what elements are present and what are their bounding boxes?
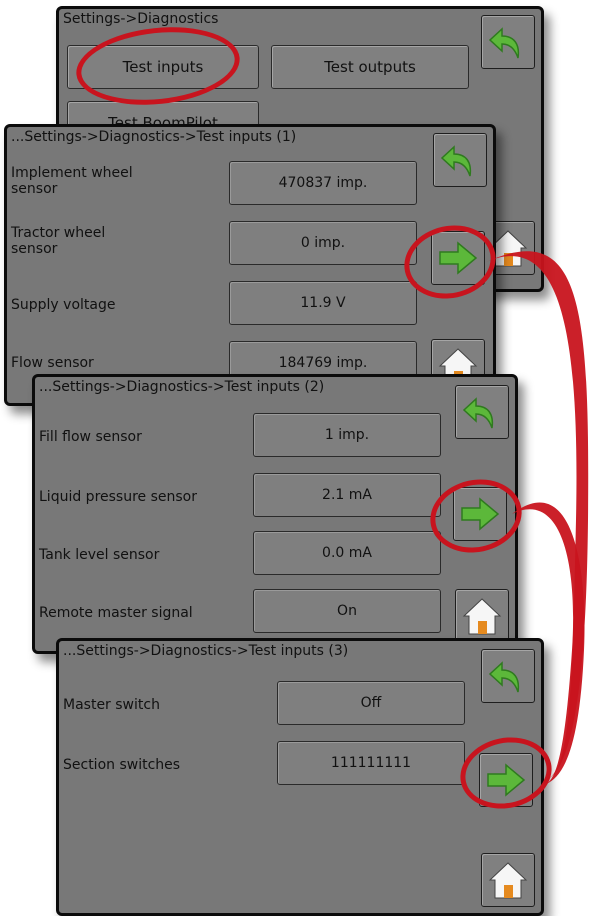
fill-flow-sensor-label: Fill flow sensor xyxy=(39,429,142,445)
breadcrumb: ...Settings->Diagnostics->Test inputs (2… xyxy=(39,379,325,395)
back-arrow-icon xyxy=(488,661,520,693)
home-icon xyxy=(488,862,528,899)
back-arrow-icon xyxy=(440,145,472,177)
section-switches-value: 111111111 xyxy=(277,741,465,785)
implement-wheel-sensor-label: Implement wheel sensor xyxy=(11,165,133,197)
back-button[interactable] xyxy=(433,133,487,187)
supply-voltage-value: 11.9 V xyxy=(229,281,417,325)
master-switch-value: Off xyxy=(277,681,465,725)
liquid-pressure-sensor-label: Liquid pressure sensor xyxy=(39,489,197,505)
breadcrumb: ...Settings->Diagnostics->Test inputs (3… xyxy=(63,643,349,659)
test-outputs-button[interactable]: Test outputs xyxy=(271,45,469,89)
home-button[interactable] xyxy=(455,589,509,643)
section-switches-label: Section switches xyxy=(63,757,181,773)
master-switch-label: Master switch xyxy=(63,697,160,713)
home-icon xyxy=(462,598,502,635)
breadcrumb: ...Settings->Diagnostics->Test inputs (1… xyxy=(11,129,297,145)
back-button[interactable] xyxy=(481,15,535,69)
back-button[interactable] xyxy=(455,385,509,439)
flow-sensor-label: Flow sensor xyxy=(11,355,94,371)
back-arrow-icon xyxy=(488,27,520,59)
implement-wheel-sensor-value: 470837 imp. xyxy=(229,161,417,205)
tank-level-sensor-value: 0.0 mA xyxy=(253,531,441,575)
back-button[interactable] xyxy=(481,649,535,703)
breadcrumb: Settings->Diagnostics xyxy=(63,11,219,27)
liquid-pressure-sensor-value: 2.1 mA xyxy=(253,473,441,517)
back-arrow-icon xyxy=(462,397,494,429)
tank-level-sensor-label: Tank level sensor xyxy=(39,547,160,563)
fill-flow-sensor-value: 1 imp. xyxy=(253,413,441,457)
supply-voltage-label: Supply voltage xyxy=(11,297,116,313)
remote-master-signal-label: Remote master signal xyxy=(39,605,193,621)
tractor-wheel-sensor-value: 0 imp. xyxy=(229,221,417,265)
home-button[interactable] xyxy=(481,853,535,907)
remote-master-signal-value: On xyxy=(253,589,441,633)
tractor-wheel-sensor-label: Tractor wheel sensor xyxy=(11,225,106,257)
